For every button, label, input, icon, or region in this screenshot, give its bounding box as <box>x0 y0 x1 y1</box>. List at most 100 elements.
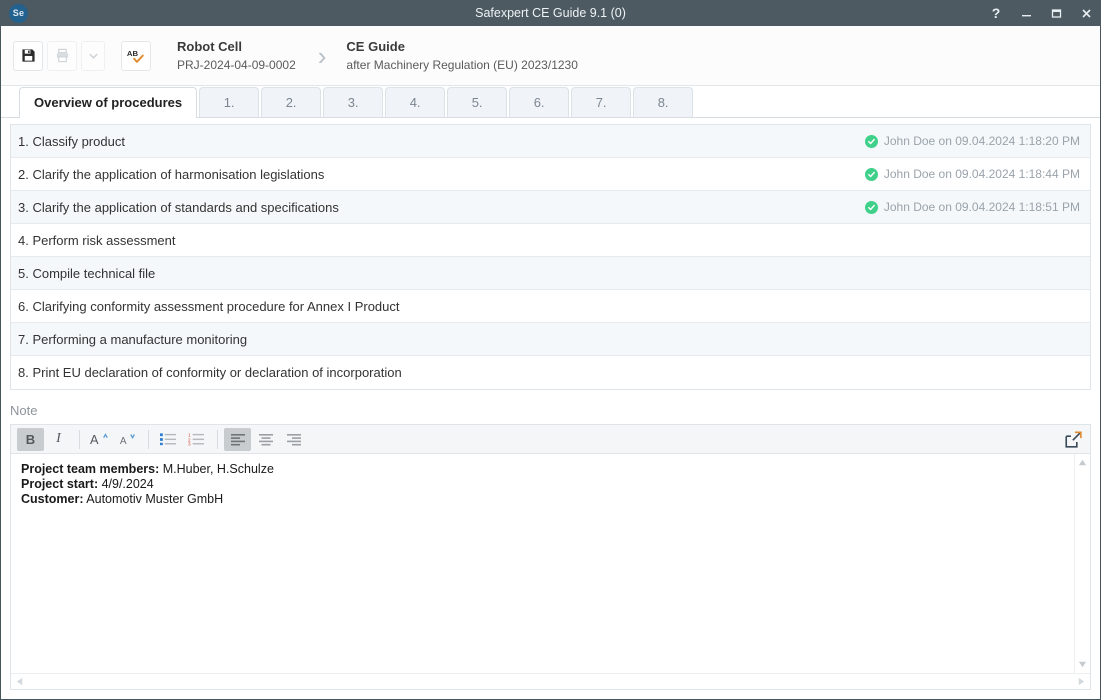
tab-label: 5. <box>472 95 483 110</box>
scroll-down-arrow-icon[interactable] <box>1078 660 1087 669</box>
procedure-row[interactable]: 6. Clarifying conformity assessment proc… <box>11 290 1090 323</box>
spellcheck-button[interactable]: AB <box>121 41 151 71</box>
print-icon <box>55 48 70 63</box>
tab-overview-of-procedures[interactable]: Overview of procedures <box>19 87 197 117</box>
procedure-row[interactable]: 4. Perform risk assessment <box>11 224 1090 257</box>
procedure-row[interactable]: 5. Compile technical file <box>11 257 1090 290</box>
tab-7[interactable]: 7. <box>571 87 631 117</box>
breadcrumb-project-id: PRJ-2024-04-09-0002 <box>177 57 296 73</box>
breadcrumb-section-name: CE Guide <box>346 39 577 55</box>
tab-3[interactable]: 3. <box>323 87 383 117</box>
spellcheck-icon: AB <box>126 48 146 64</box>
status-check-icon <box>865 168 878 181</box>
note-editor-body: Project team members: M.Huber, H.Schulze… <box>11 454 1090 673</box>
italic-button[interactable]: I <box>45 428 72 451</box>
tab-label: 8. <box>658 95 669 110</box>
save-button[interactable] <box>13 41 43 71</box>
breadcrumb-separator-icon: › <box>318 44 327 68</box>
tab-1[interactable]: 1. <box>199 87 259 117</box>
numbered-list-button[interactable]: 1 2 3 <box>183 428 210 451</box>
window-controls: ? <box>981 0 1101 26</box>
procedure-label: 2. Clarify the application of harmonisat… <box>18 167 865 182</box>
note-line-value: Automotiv Muster GmbH <box>84 492 224 506</box>
align-center-button[interactable] <box>252 428 279 451</box>
expand-editor-button[interactable] <box>1062 428 1084 450</box>
window-title: Safexpert CE Guide 9.1 (0) <box>0 0 1101 26</box>
procedure-status-text: John Doe on 09.04.2024 1:18:20 PM <box>884 134 1080 148</box>
toolbar-divider <box>148 430 149 449</box>
svg-text:AB: AB <box>127 49 139 58</box>
note-line: Project start: 4/9/.2024 <box>21 477 1064 492</box>
tab-2[interactable]: 2. <box>261 87 321 117</box>
procedure-status-text: John Doe on 09.04.2024 1:18:51 PM <box>884 200 1080 214</box>
chevron-down-icon <box>88 50 99 61</box>
svg-text:A: A <box>119 436 126 447</box>
tab-label: 7. <box>596 95 607 110</box>
procedure-list: 1. Classify productJohn Doe on 09.04.202… <box>10 124 1091 390</box>
procedure-status-text: John Doe on 09.04.2024 1:18:44 PM <box>884 167 1080 181</box>
increase-font-size-button[interactable]: A <box>86 428 113 451</box>
scroll-up-arrow-icon[interactable] <box>1078 458 1087 467</box>
numbered-list-icon: 1 2 3 <box>188 432 205 446</box>
note-line-label: Customer: <box>21 492 84 506</box>
tab-label: 6. <box>534 95 545 110</box>
align-left-button[interactable] <box>224 428 251 451</box>
procedure-status: John Doe on 09.04.2024 1:18:51 PM <box>865 200 1080 214</box>
procedure-row[interactable]: 7. Performing a manufacture monitoring <box>11 323 1090 356</box>
maximize-icon[interactable] <box>1041 0 1071 26</box>
tab-6[interactable]: 6. <box>509 87 569 117</box>
procedure-status: John Doe on 09.04.2024 1:18:44 PM <box>865 167 1080 181</box>
procedure-label: 7. Performing a manufacture monitoring <box>18 332 1080 347</box>
procedure-tabs: Overview of procedures1.2. 3. 4. 5. 6. 7. 8. <box>1 86 1100 118</box>
note-editor: B I A A <box>10 424 1091 690</box>
align-right-button[interactable] <box>280 428 307 451</box>
procedure-label: 3. Clarify the application of standards … <box>18 200 865 215</box>
bold-button[interactable]: B <box>17 428 44 451</box>
svg-text:A: A <box>90 432 99 447</box>
procedure-row[interactable]: 2. Clarify the application of harmonisat… <box>11 158 1090 191</box>
note-line: Project team members: M.Huber, H.Schulze <box>21 462 1064 477</box>
procedure-list-container: 1. Classify productJohn Doe on 09.04.202… <box>1 118 1100 390</box>
open-in-new-window-icon <box>1065 431 1082 448</box>
bulleted-list-icon <box>160 432 177 446</box>
note-vertical-scrollbar[interactable] <box>1074 454 1090 673</box>
svg-text:3: 3 <box>188 442 191 446</box>
note-horizontal-scrollbar[interactable] <box>11 673 1090 689</box>
procedure-label: 5. Compile technical file <box>18 266 1080 281</box>
print-dropdown-button[interactable] <box>81 41 105 71</box>
status-check-icon <box>865 135 878 148</box>
tab-8[interactable]: 8. <box>633 87 693 117</box>
note-line-label: Project start: <box>21 477 98 491</box>
bold-icon: B <box>26 432 35 447</box>
note-line-value: M.Huber, H.Schulze <box>159 462 274 476</box>
toolbar-divider <box>79 430 80 449</box>
note-line-label: Project team members: <box>21 462 159 476</box>
close-icon[interactable] <box>1071 0 1101 26</box>
title-bar: Se Safexpert CE Guide 9.1 (0) ? <box>0 0 1101 26</box>
decrease-font-size-button[interactable]: A <box>114 428 141 451</box>
italic-icon: I <box>56 431 61 447</box>
note-editor-toolbar: B I A A <box>11 425 1090 454</box>
bullet-list-button[interactable] <box>155 428 182 451</box>
procedure-row[interactable]: 1. Classify productJohn Doe on 09.04.202… <box>11 125 1090 158</box>
tab-4[interactable]: 4. <box>385 87 445 117</box>
breadcrumb-section[interactable]: CE Guide after Machinery Regulation (EU)… <box>346 39 577 73</box>
minimize-icon[interactable] <box>1011 0 1041 26</box>
procedure-row[interactable]: 8. Print EU declaration of conformity or… <box>11 356 1090 389</box>
align-center-icon <box>258 433 274 446</box>
help-icon[interactable]: ? <box>981 0 1011 26</box>
note-text[interactable]: Project team members: M.Huber, H.Schulze… <box>11 454 1074 673</box>
print-button[interactable] <box>47 41 77 71</box>
procedure-label: 6. Clarifying conformity assessment proc… <box>18 299 1080 314</box>
procedure-status: John Doe on 09.04.2024 1:18:20 PM <box>865 134 1080 148</box>
breadcrumb-project[interactable]: Robot Cell PRJ-2024-04-09-0002 <box>177 39 296 73</box>
tab-label: 3. <box>348 95 359 110</box>
client-area: AB Robot Cell PRJ-2024-04-09-0002 › CE G… <box>1 26 1100 699</box>
scroll-left-arrow-icon[interactable] <box>15 677 24 686</box>
tab-5[interactable]: 5. <box>447 87 507 117</box>
scroll-right-arrow-icon[interactable] <box>1077 677 1086 686</box>
toolbar-divider <box>217 430 218 449</box>
procedure-row[interactable]: 3. Clarify the application of standards … <box>11 191 1090 224</box>
note-label: Note <box>1 390 1100 424</box>
note-line-value: 4/9/.2024 <box>98 477 154 491</box>
